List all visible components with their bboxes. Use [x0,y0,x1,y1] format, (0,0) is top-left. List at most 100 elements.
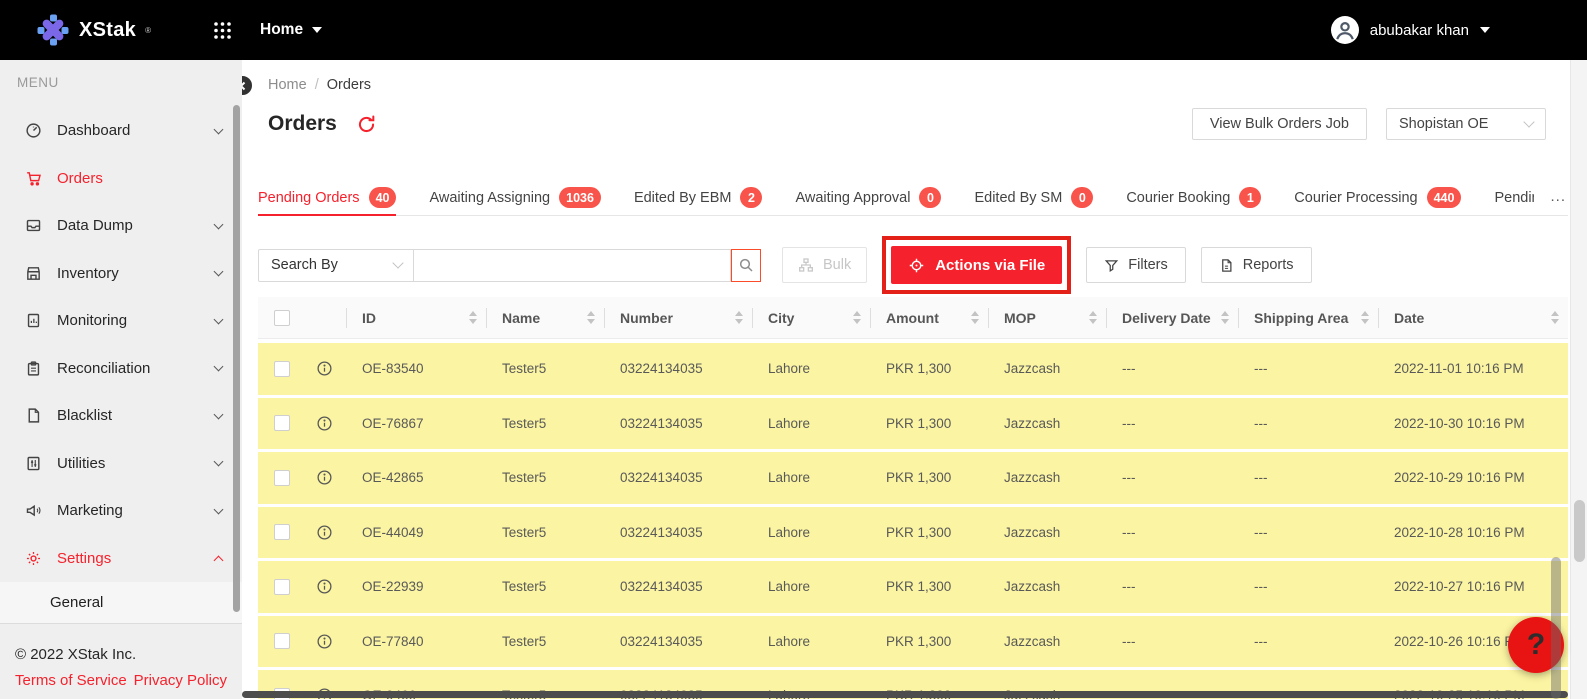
table-row[interactable]: OE-76867 Tester5 03224134035 Lahore PKR … [258,398,1568,450]
sidebar-item-data-dump[interactable]: Data Dump [0,202,242,250]
copyright-text: © 2022 XStak Inc. [15,646,227,663]
cell-shipping-area: --- [1238,634,1378,649]
column-header[interactable]: Shipping Area [1238,297,1378,338]
horizontal-scrollbar[interactable] [242,691,1568,698]
refresh-icon[interactable] [356,114,377,135]
terms-of-service-link[interactable]: Terms of Service [15,672,127,689]
column-header[interactable]: MOP [988,297,1106,338]
tab[interactable]: Edited By SM 0 [974,185,1093,216]
tab[interactable]: Pending Dispatch 351 [1494,185,1534,216]
reports-button[interactable]: Reports [1201,247,1312,283]
table-row[interactable]: OE-83540 Tester5 03224134035 Lahore PKR … [258,343,1568,395]
sidebar-item-settings[interactable]: Settings [0,535,242,583]
cell-city: Lahore [752,634,870,649]
row-checkbox[interactable] [274,470,290,486]
column-header[interactable]: City [752,297,870,338]
info-icon[interactable] [316,633,333,650]
column-header[interactable]: Number [604,297,752,338]
row-checkbox[interactable] [274,524,290,540]
store-select[interactable]: Shopistan OE [1386,108,1546,140]
sidebar-item-reconciliation[interactable]: Reconciliation [0,345,242,393]
breadcrumb-home[interactable]: Home [268,77,307,93]
sidebar-item-utilities[interactable]: Utilities [0,440,242,488]
column-header[interactable]: Date [1378,297,1568,338]
sort-toggle-icon[interactable] [1089,311,1097,324]
sidebar-subitem-general[interactable]: General [0,582,242,624]
table-row[interactable]: OE-42865 Tester5 03224134035 Lahore PKR … [258,452,1568,504]
row-checkbox[interactable] [274,633,290,649]
tab-count-badge: 1036 [559,187,601,208]
tab[interactable]: Courier Booking 1 [1126,185,1261,216]
view-bulk-orders-job-button[interactable]: View Bulk Orders Job [1192,108,1367,140]
actions-via-file-button[interactable]: Actions via File [891,246,1062,284]
avatar [1331,16,1359,44]
select-all-checkbox[interactable] [274,310,290,326]
tab[interactable]: Awaiting Assigning 1036 [429,185,600,216]
sort-toggle-icon[interactable] [853,311,861,324]
sidebar-item-inventory[interactable]: Inventory [0,250,242,298]
tab[interactable]: Courier Processing 440 [1294,185,1461,216]
filters-button[interactable]: Filters [1086,247,1185,283]
table-row[interactable]: OE-77840 Tester5 03224134035 Lahore PKR … [258,616,1568,668]
actions-via-file-label: Actions via File [935,257,1045,274]
cell-delivery-date: --- [1106,579,1238,594]
table-row[interactable]: OE-22939 Tester5 03224134035 Lahore PKR … [258,561,1568,613]
search-button[interactable] [731,249,761,282]
brand-name: XStak [79,19,136,42]
inventory-icon [25,265,42,282]
info-icon[interactable] [316,469,333,486]
column-header[interactable]: Name [486,297,604,338]
row-checkbox[interactable] [274,361,290,377]
sidebar-item-marketing[interactable]: Marketing [0,487,242,535]
sidebar-item-dashboard[interactable]: Dashboard [0,107,242,155]
cell-city: Lahore [752,470,870,485]
sidebar-item-blacklist[interactable]: Blacklist [0,392,242,440]
sort-toggle-icon[interactable] [1221,311,1229,324]
sidebar-item-label: Utilities [57,455,105,472]
search-input[interactable] [414,249,731,282]
sidebar-footer: © 2022 XStak Inc. Terms of Service Priva… [0,646,242,689]
sidebar-scrollbar[interactable] [233,105,240,612]
breadcrumb-current: Orders [327,77,371,93]
user-menu[interactable]: abubakar khan [1331,16,1490,44]
sidebar-item-monitoring[interactable]: Monitoring [0,297,242,345]
tab[interactable]: Pending Orders 40 [258,185,396,216]
sidebar-item-label: Blacklist [57,407,112,424]
privacy-policy-link[interactable]: Privacy Policy [134,672,227,689]
info-icon[interactable] [316,415,333,432]
vertical-scrollbar-thumb[interactable] [1574,500,1585,562]
sort-toggle-icon[interactable] [735,311,743,324]
search-by-select[interactable]: Search By [258,249,414,282]
sort-toggle-icon[interactable] [971,311,979,324]
table-row[interactable]: OE-44049 Tester5 03224134035 Lahore PKR … [258,507,1568,559]
more-tabs-button[interactable]: ... [1542,185,1568,215]
info-icon[interactable] [316,360,333,377]
user-icon [1334,19,1356,41]
tab-label: Awaiting Approval [795,190,910,206]
row-checkbox[interactable] [274,415,290,431]
column-header[interactable]: Amount [870,297,988,338]
menu-section-label: MENU [0,60,242,90]
vertical-scrollbar-track[interactable] [1570,60,1587,699]
info-icon[interactable] [316,524,333,541]
cell-city: Lahore [752,579,870,594]
sort-toggle-icon[interactable] [1551,311,1559,324]
brand-logo[interactable]: XStak ® [36,13,151,47]
column-header[interactable]: ID [346,297,486,338]
collapse-sidebar-button[interactable] [242,74,254,97]
row-checkbox[interactable] [274,579,290,595]
apps-grid-icon[interactable] [213,21,232,40]
sidebar-item-orders[interactable]: Orders [0,155,242,203]
cell-delivery-date: --- [1106,361,1238,376]
tab[interactable]: Awaiting Approval 0 [795,185,941,216]
tab[interactable]: Edited By EBM 2 [634,185,763,216]
sort-toggle-icon[interactable] [469,311,477,324]
data-dump-icon [25,217,42,234]
inner-scrollbar-thumb[interactable] [1551,557,1561,699]
sort-toggle-icon[interactable] [1361,311,1369,324]
column-header[interactable]: Delivery Date [1106,297,1238,338]
info-icon[interactable] [316,578,333,595]
sort-toggle-icon[interactable] [587,311,595,324]
bulk-button[interactable]: Bulk [782,247,867,283]
home-nav-dropdown[interactable]: Home [260,21,322,39]
